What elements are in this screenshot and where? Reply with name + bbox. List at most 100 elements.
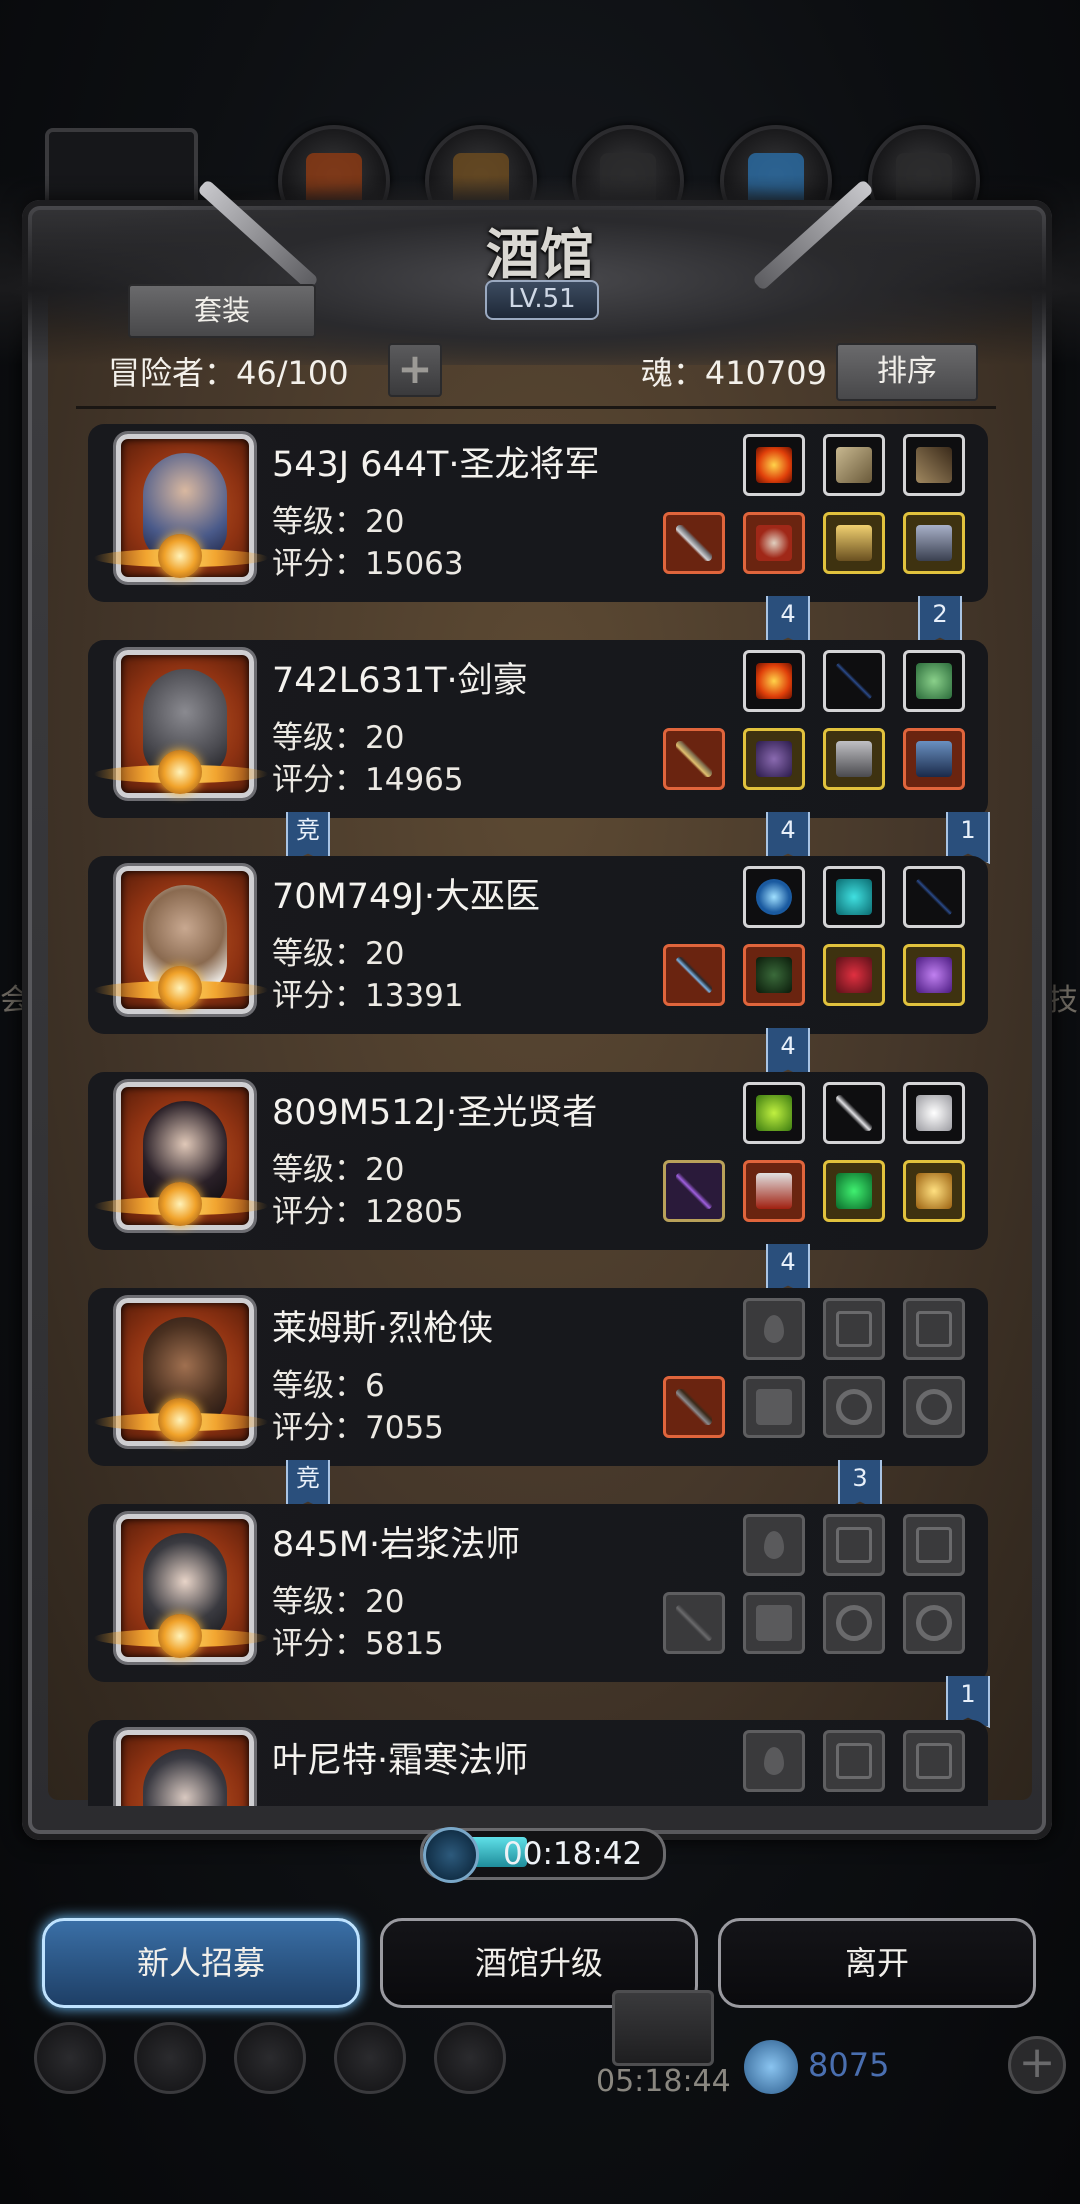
hero-portrait[interactable] [116,1730,254,1806]
rank-gem-icon [158,966,202,1010]
rank-gem-icon [158,1182,202,1226]
hero-name: 809M512J·圣光贤者 [272,1093,598,1133]
hud-time: 05:18:44 [596,2064,731,2099]
empty-drop-slot-icon[interactable] [743,1298,805,1360]
fire-orb-icon[interactable] [743,650,805,712]
rifle-icon[interactable] [663,1376,725,1438]
empty-armor-slot-icon[interactable] [743,1376,805,1438]
hero-level: 等级：20 [272,1584,405,1620]
hud-chest-icon[interactable] [612,1990,714,2066]
hero-score: 评分：15063 [272,546,464,582]
hero-card[interactable]: 845M·岩浆法师 等级：20 评分：5815 [88,1504,988,1682]
empty-ring-slot-icon[interactable] [823,1376,885,1438]
timer-clock-icon [423,1827,479,1883]
hero-score: 评分：13391 [272,978,464,1014]
hero-level: 等级：20 [272,504,405,540]
hud-shop-icon[interactable] [434,2022,506,2094]
timer-text: 00:18:42 [503,1836,643,1872]
empty-hourglass-slot-icon[interactable] [823,1298,885,1360]
empty-ring-slot-icon[interactable] [903,1592,965,1654]
page-title: 酒馆 [486,222,594,286]
purple-ring-icon[interactable] [903,944,965,1006]
fire-orb-icon[interactable] [743,434,805,496]
empty-hourglass-slot-icon[interactable] [823,1730,885,1792]
turquoise-stone-icon[interactable] [823,866,885,928]
silver-feather-icon[interactable] [823,1082,885,1144]
staff-icon[interactable] [663,944,725,1006]
ruby-amulet-icon[interactable] [823,944,885,1006]
empty-hourglass-slot-icon[interactable] [903,1514,965,1576]
emerald-charm-icon[interactable] [823,1160,885,1222]
hero-name: 845M·岩浆法师 [272,1525,521,1565]
soul-count: 魂：410709 [640,354,827,392]
hero-card[interactable]: 70M749J·大巫医 等级：20 评分：13391 [88,856,988,1034]
divider [76,406,996,409]
red-armor-icon[interactable] [743,512,805,574]
gold-cross-shield-icon[interactable] [903,512,965,574]
blue-orb-icon[interactable] [743,866,805,928]
hud-gem-icon [744,2040,798,2094]
dark-blade-icon[interactable] [903,866,965,928]
hero-list[interactable]: 543J 644T·圣龙将军 等级：20 评分：15063 4 2 742L63… [48,410,1032,1806]
hud-mail-icon[interactable] [334,2022,406,2094]
gold-ring-icon[interactable] [903,1160,965,1222]
hud-gem-count: 8075 [808,2046,890,2084]
rank-gem-icon [158,750,202,794]
hero-card[interactable]: 809M512J·圣光贤者 等级：20 评分：12805 [88,1072,988,1250]
empty-drop-slot-icon[interactable] [743,1514,805,1576]
side-text-right: 技 [1048,983,1078,1018]
refresh-timer: 00:18:42 [420,1827,666,1883]
empty-hourglass-slot-icon[interactable] [823,1514,885,1576]
claw-relic-icon[interactable] [903,434,965,496]
purple-wand-icon[interactable] [663,1160,725,1222]
blue-gauntlet-icon[interactable] [903,728,965,790]
hero-level: 等级：20 [272,720,405,756]
white-wing-icon[interactable] [903,1082,965,1144]
suit-button[interactable]: 套装 [128,284,316,338]
level-badge: LV.51 [485,280,599,320]
adventurer-count: 冒险者：46/100 [108,354,349,392]
katana-icon[interactable] [663,728,725,790]
red-robe-icon[interactable] [743,1160,805,1222]
hud-settings-icon[interactable] [34,2022,106,2094]
dark-blade-icon[interactable] [823,650,885,712]
hero-card[interactable]: 莱姆斯·烈枪侠 等级：6 评分：7055 [88,1288,988,1466]
hero-name: 叶尼特·霜寒法师 [272,1741,529,1781]
green-crystal-icon[interactable] [743,1082,805,1144]
empty-hourglass-slot-icon[interactable] [903,1298,965,1360]
empty-ring-slot-icon[interactable] [823,1592,885,1654]
add-slot-button[interactable]: + [388,343,442,397]
hud-quest-icon[interactable] [134,2022,206,2094]
purple-armor-icon[interactable] [743,728,805,790]
hud-guild-icon[interactable] [234,2022,306,2094]
rank-gem-icon [158,534,202,578]
jade-ring-icon[interactable] [903,650,965,712]
hero-card[interactable]: 742L631T·剑豪 等级：20 评分：14965 [88,640,988,818]
hero-score: 评分：14965 [272,762,464,798]
hero-score: 评分：12805 [272,1194,464,1230]
empty-staff-slot-icon[interactable] [663,1592,725,1654]
green-armor-icon[interactable] [743,944,805,1006]
hero-card[interactable]: 叶尼特·霜寒法师 [88,1720,988,1806]
empty-drop-slot-icon[interactable] [743,1730,805,1792]
empty-ring-slot-icon[interactable] [903,1376,965,1438]
greatsword-icon[interactable] [663,512,725,574]
empty-armor-slot-icon[interactable] [743,1592,805,1654]
gold-shield-icon[interactable] [823,512,885,574]
bone-relic-icon[interactable] [823,434,885,496]
empty-hourglass-slot-icon[interactable] [903,1730,965,1792]
hero-name: 742L631T·剑豪 [272,661,528,701]
hero-score: 评分：5815 [272,1626,444,1662]
hero-score: 评分：7055 [272,1410,444,1446]
hero-name: 543J 644T·圣龙将军 [272,445,600,485]
sort-button[interactable]: 排序 [836,343,978,401]
silver-bracer-icon[interactable] [823,728,885,790]
hero-level: 等级：20 [272,936,405,972]
rank-gem-icon [158,1398,202,1442]
hud-plus-button[interactable]: + [1008,2036,1066,2094]
recruit-button[interactable]: 新人招募 [42,1918,360,2008]
hero-card[interactable]: 543J 644T·圣龙将军 等级：20 评分：15063 [88,424,988,602]
hero-level: 等级：6 [272,1368,385,1404]
leave-button[interactable]: 离开 [718,1918,1036,2008]
rank-gem-icon [158,1614,202,1658]
